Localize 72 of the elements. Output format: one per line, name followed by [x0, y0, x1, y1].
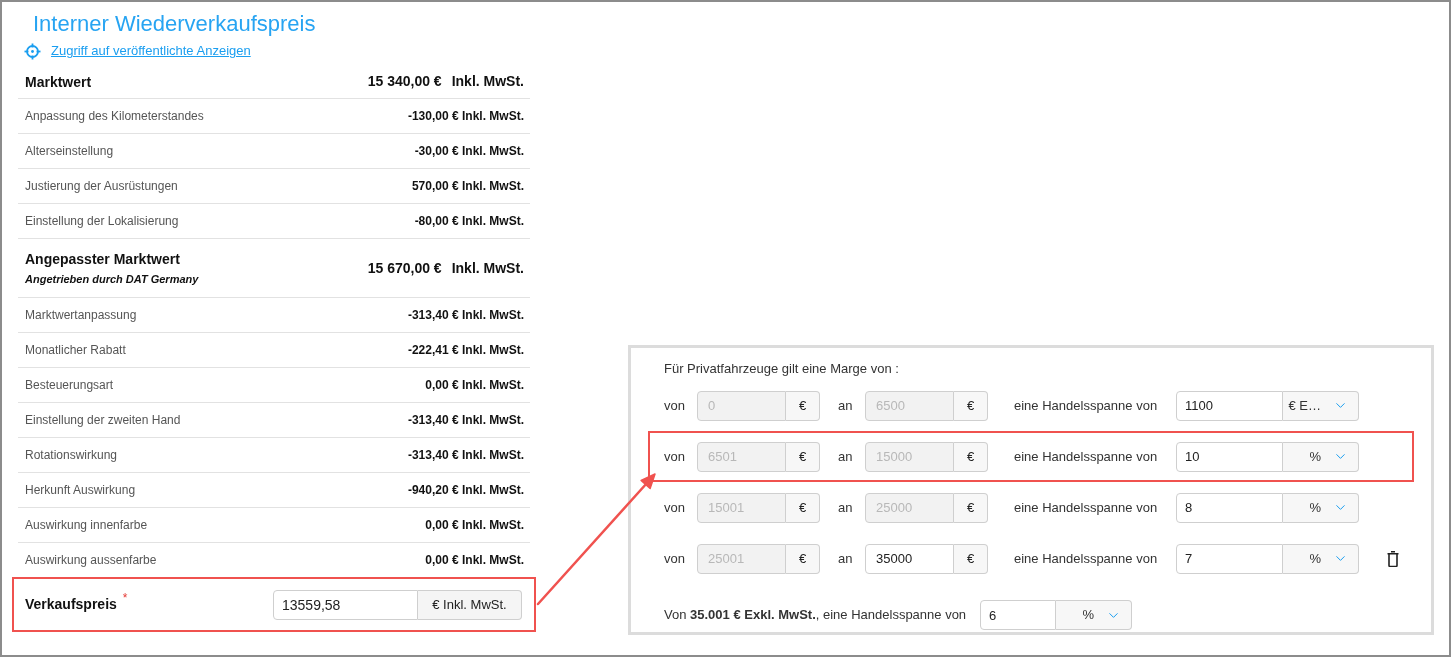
adjustment-amount: 570,00 € Inkl. MwSt. [411, 178, 524, 195]
required-mark: * [122, 590, 128, 607]
margin-field[interactable]: 6 [980, 600, 1057, 630]
adjustment-amount: -313,40 € Inkl. MwSt. [407, 412, 524, 429]
to-label: an [838, 549, 854, 568]
adjustment-amount: -30,00 € Inkl. MwSt. [414, 143, 524, 160]
adjustment-amount: -130,00 € Inkl. MwSt. [407, 108, 524, 125]
margin-label: eine Handelsspanne von [1014, 396, 1159, 415]
unit-select[interactable]: % [1283, 441, 1359, 472]
adjustment-amount: 0,00 € Inkl. MwSt. [425, 377, 524, 394]
from-label: von [664, 549, 686, 568]
adjustment-label: Justierung der Ausrüstungen [25, 178, 178, 195]
unit-select[interactable]: % [1283, 543, 1359, 574]
trash-icon [1387, 550, 1399, 567]
adjustment-label: Auswirkung innenfarbe [25, 517, 148, 534]
adjustment-label: Rotationswirkung [25, 447, 118, 464]
to-label: an [838, 447, 854, 466]
currency-addon: € [954, 492, 988, 523]
currency-addon: € [954, 390, 988, 421]
adjustment-amount: -80,00 € Inkl. MwSt. [414, 213, 524, 230]
delete-button[interactable] [1385, 549, 1401, 568]
margin-label: eine Handelsspanne von [1014, 498, 1159, 517]
section-title: Angepasster Marktwert [25, 250, 181, 268]
total-amount: 15 670,00 € [367, 258, 442, 278]
adjustment-label: Marktwertanpassung [25, 307, 137, 324]
margin-heading: Für Privatfahrzeuge gilt eine Marge von : [664, 361, 899, 376]
to-label: an [838, 498, 854, 517]
section-subtitle: Angetrieben durch DAT Germany [25, 272, 199, 286]
to-field[interactable]: 35000 [865, 543, 954, 574]
from-label: von [664, 498, 686, 517]
adjustment-amount: -940,20 € Inkl. MwSt. [407, 482, 524, 499]
tax-addon: € Inkl. MwSt. [418, 589, 522, 620]
from-label: von [664, 447, 686, 466]
to-label: an [838, 396, 854, 415]
margin-field[interactable]: 10 [1176, 441, 1283, 472]
currency-addon: € [786, 441, 820, 472]
adjustment-amount: 0,00 € Inkl. MwSt. [425, 552, 524, 569]
margin-field[interactable]: 8 [1176, 492, 1283, 523]
section-title: Marktwert [25, 72, 92, 91]
currency-addon: € [786, 390, 820, 421]
adjustment-label: Herkunft Auswirkung [25, 482, 136, 499]
page-title: Interner Wiederverkaufspreis [33, 10, 316, 38]
currency-addon: € [786, 492, 820, 523]
margin-label: eine Handelsspanne von [1014, 549, 1159, 568]
adjustment-label: Monatlicher Rabatt [25, 342, 126, 359]
adjustment-amount: -313,40 € Inkl. MwSt. [407, 307, 524, 324]
from-label: von [664, 396, 686, 415]
margin-field[interactable]: 7 [1176, 543, 1283, 574]
adjustment-amount: 0,00 € Inkl. MwSt. [425, 517, 524, 534]
unit-select[interactable]: € E… [1283, 390, 1359, 421]
tax-note: Inkl. MwSt. [451, 72, 524, 91]
adjustment-label: Alterseinstellung [25, 143, 114, 160]
margin-label: eine Handelsspanne von [1014, 447, 1159, 466]
margin-field[interactable]: 1100 [1176, 390, 1283, 421]
tax-note: Inkl. MwSt. [451, 258, 524, 278]
sale-price-field[interactable]: 13559,58 [273, 589, 418, 620]
adjustment-label: Einstellung der Lokalisierung [25, 213, 179, 230]
adjustment-label: Anpassung des Kilometerstandes [25, 108, 204, 125]
adjustment-label: Einstellung der zweiten Hand [25, 412, 181, 429]
adjustment-label: Besteuerungsart [25, 377, 114, 394]
sale-price-label: Verkaufspreis [25, 595, 117, 614]
unit-select[interactable]: % [1056, 600, 1133, 630]
currency-addon: € [954, 543, 988, 574]
unit-select[interactable]: % [1283, 492, 1359, 523]
final-margin-text: Von 35.001 € Exkl. MwSt., eine Handelsspanne von [664, 606, 967, 625]
crosshair-icon [24, 42, 41, 60]
currency-addon: € [954, 441, 988, 472]
adjustment-amount: -313,40 € Inkl. MwSt. [407, 447, 524, 464]
currency-addon: € [786, 543, 820, 574]
total-amount: 15 340,00 € [367, 72, 442, 91]
adjustment-label: Auswirkung aussenfarbe [25, 552, 157, 569]
adjustment-amount: -222,41 € Inkl. MwSt. [407, 342, 524, 359]
